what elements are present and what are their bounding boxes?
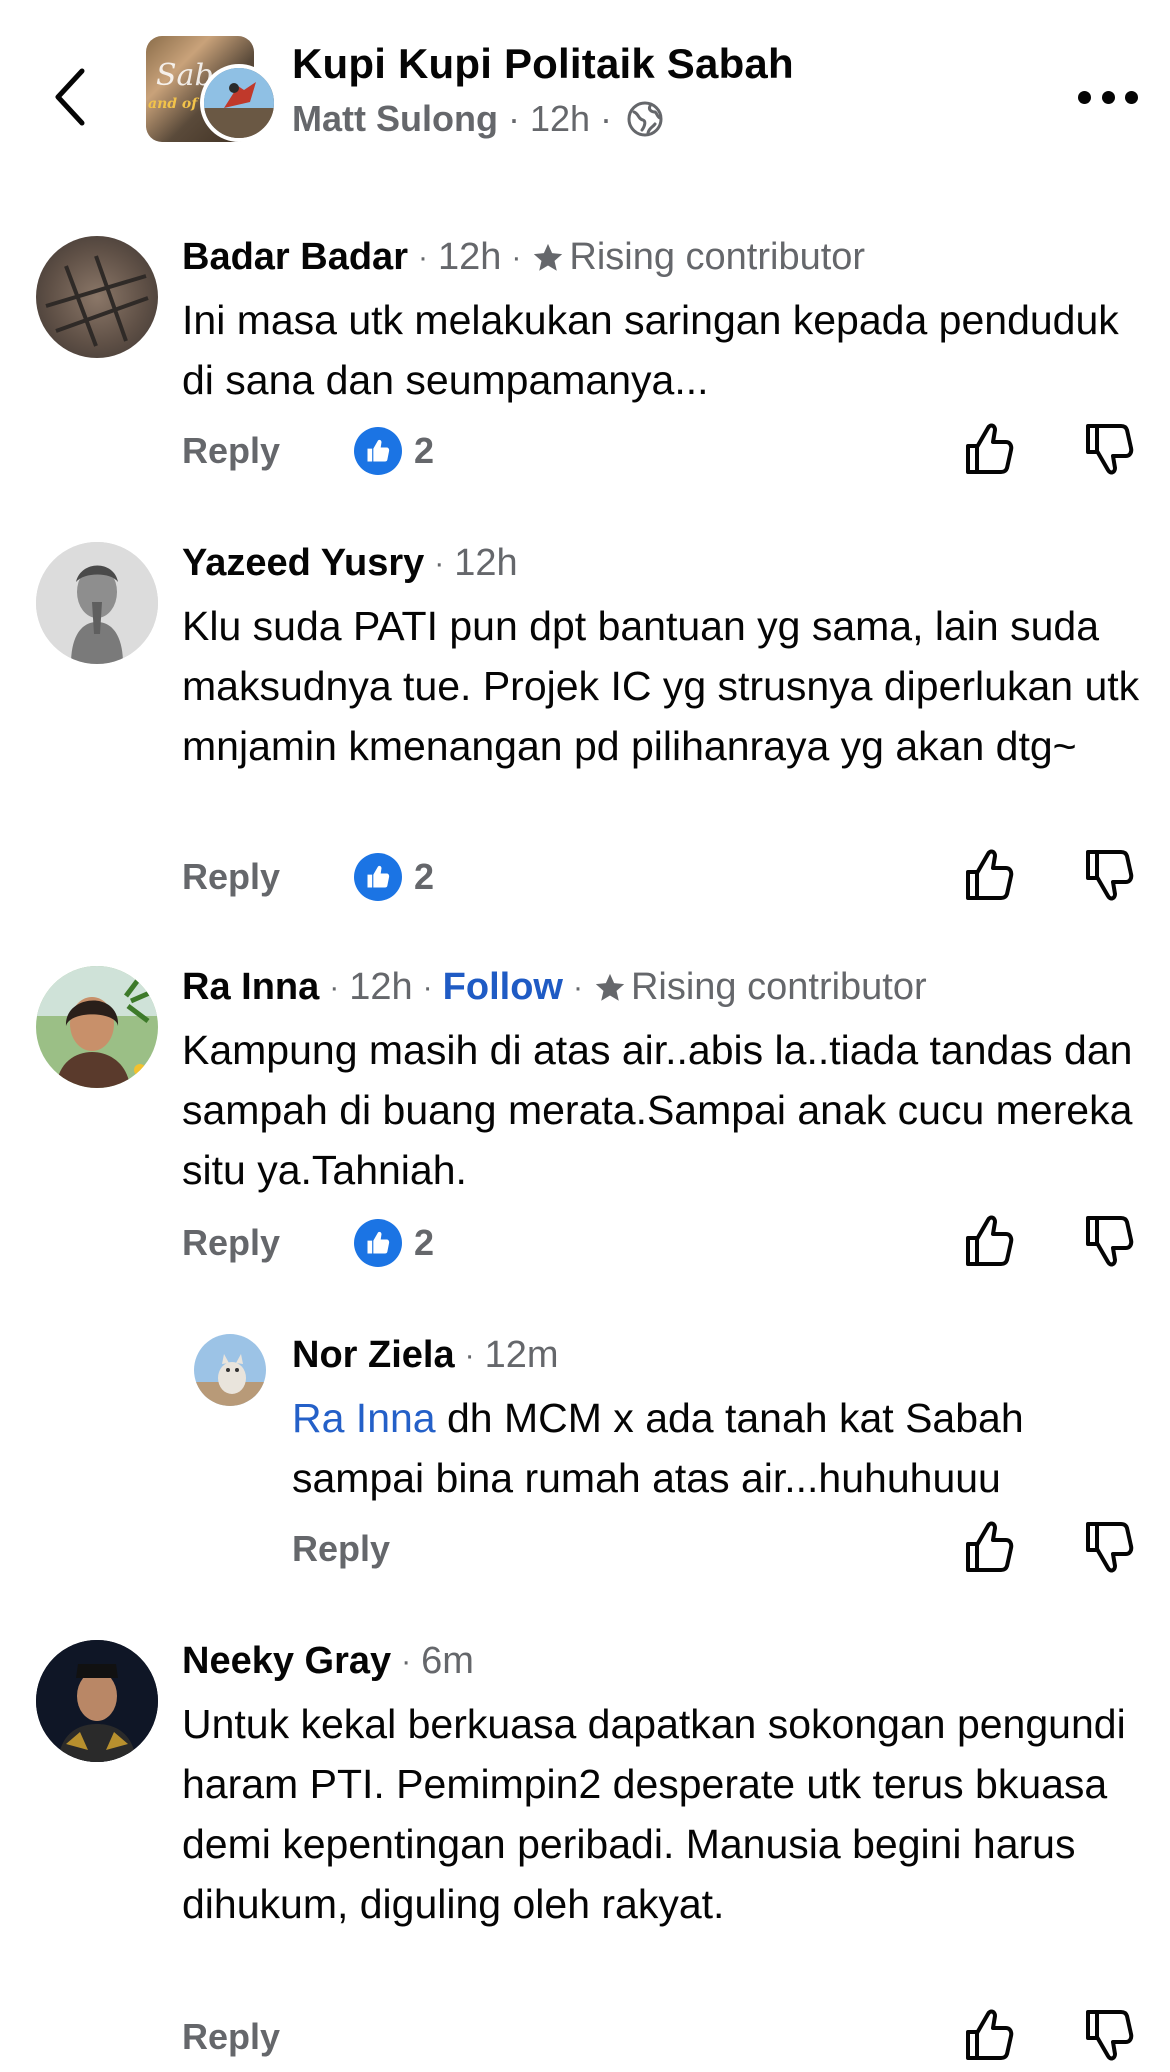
comment-header: Nor Ziela · 12m [292,1334,559,1377]
comment-header: Ra Inna · 12h · Follow · Rising contribu… [182,966,927,1009]
comment-text: Klu suda PATI pun dpt bantuan yg sama, l… [182,603,1140,769]
avatar-image [45,255,149,347]
post-meta: Matt Sulong · 12h · [292,98,664,140]
reaction-summary[interactable]: 2 [354,426,434,476]
downvote-icon[interactable] [1082,1518,1136,1576]
downvote-icon[interactable] [1082,1212,1136,1270]
like-reaction-icon [354,1219,402,1267]
star-icon [593,971,627,1005]
separator-dot: · [511,240,522,274]
contributor-badge: Rising contributor [569,236,866,278]
like-reaction-icon [354,427,402,475]
post-header: Sab and of co Kupi Kupi Politaik Sabah M… [0,0,1170,160]
comment-header: Neeky Gray · 6m [182,1640,474,1683]
comment-author[interactable]: Nor Ziela [292,1334,455,1377]
separator-dot: · [572,970,583,1004]
mention-link[interactable]: Ra Inna [292,1395,436,1441]
avatar[interactable] [36,966,158,1088]
comment-actions: Reply [182,2012,1170,2062]
comment-time[interactable]: 6m [421,1640,474,1683]
more-dot-icon [1078,90,1091,104]
separator-dot: · [507,98,520,139]
comment-actions: Reply 2 [182,426,1170,476]
star-icon [531,241,565,275]
avatar-image [194,1334,266,1406]
reaction-count: 2 [414,856,435,897]
downvote-icon[interactable] [1082,846,1136,904]
reaction-count: 2 [414,430,435,471]
reaction-count: 2 [414,1222,435,1263]
separator-dot: · [401,1644,412,1678]
more-options-button[interactable] [1078,86,1138,108]
separator-dot: · [417,240,428,274]
comment-text: Ini masa utk melakukan saringan kepada p… [182,297,1119,403]
reaction-summary[interactable]: 2 [354,852,434,902]
upvote-icon[interactable] [962,420,1016,478]
upvote-icon[interactable] [962,846,1016,904]
avatar[interactable] [194,1334,266,1406]
comment-header: Yazeed Yusry · 12h [182,542,518,585]
reply-button[interactable]: Reply [182,2012,280,2062]
reply-button[interactable]: Reply [292,1524,390,1574]
separator-dot: · [422,970,433,1004]
reply-button[interactable]: Reply [182,426,280,476]
separator-dot: · [434,546,445,580]
comment-author[interactable]: Ra Inna [182,966,319,1009]
poster-name[interactable]: Matt Sulong [292,98,498,140]
avatar[interactable] [36,236,158,358]
comment-time[interactable]: 12h [438,236,501,279]
comment-time[interactable]: 12h [349,966,412,1009]
group-name[interactable]: Kupi Kupi Politaik Sabah [292,40,794,88]
reply-button[interactable]: Reply [182,852,280,902]
comment-header: Badar Badar · 12h · Rising contributor [182,236,865,279]
comment-actions: Reply [292,1524,1170,1574]
reply-button[interactable]: Reply [182,1218,280,1268]
comment-actions: Reply 2 [182,1218,1170,1268]
contributor-badge: Rising contributor [630,966,927,1008]
comment-time[interactable]: 12m [485,1334,559,1377]
comment-actions: Reply 2 [182,852,1170,902]
downvote-icon[interactable] [1082,420,1136,478]
upvote-icon[interactable] [962,1212,1016,1270]
avatar[interactable] [36,542,158,664]
like-reaction-icon [354,853,402,901]
comment-time[interactable]: 12h [454,542,517,585]
back-button[interactable] [48,62,92,132]
separator-dot: · [464,1338,475,1372]
upvote-icon[interactable] [962,1518,1016,1576]
more-dot-icon [1125,90,1138,104]
avatar-image [36,966,158,1088]
avatar-image [36,542,158,664]
comment-text: Untuk kekal berkuasa dapatkan sokongan p… [182,1701,1126,1927]
avatar-image [36,1640,158,1762]
poster-avatar-image [204,68,274,138]
separator-dot: · [600,98,613,139]
poster-avatar[interactable] [200,64,278,142]
comment-author[interactable]: Yazeed Yusry [182,542,424,585]
globe-icon [627,101,663,137]
separator-dot: · [329,970,340,1004]
downvote-icon[interactable] [1082,2006,1136,2064]
follow-button[interactable]: Follow [443,966,563,1009]
avatar[interactable] [36,1640,158,1762]
reaction-summary[interactable]: 2 [354,1218,434,1268]
more-dot-icon [1101,90,1115,104]
comment-text: Kampung masih di atas air..abis la..tiad… [182,1027,1133,1193]
post-time[interactable]: 12h [530,98,590,140]
comment-text: Ra Inna dh MCM x ada tanah kat Sabah sam… [292,1388,1122,1508]
upvote-icon[interactable] [962,2006,1016,2064]
comment-author[interactable]: Neeky Gray [182,1640,391,1683]
comment-author[interactable]: Badar Badar [182,236,408,279]
chevron-left-icon [55,68,85,126]
